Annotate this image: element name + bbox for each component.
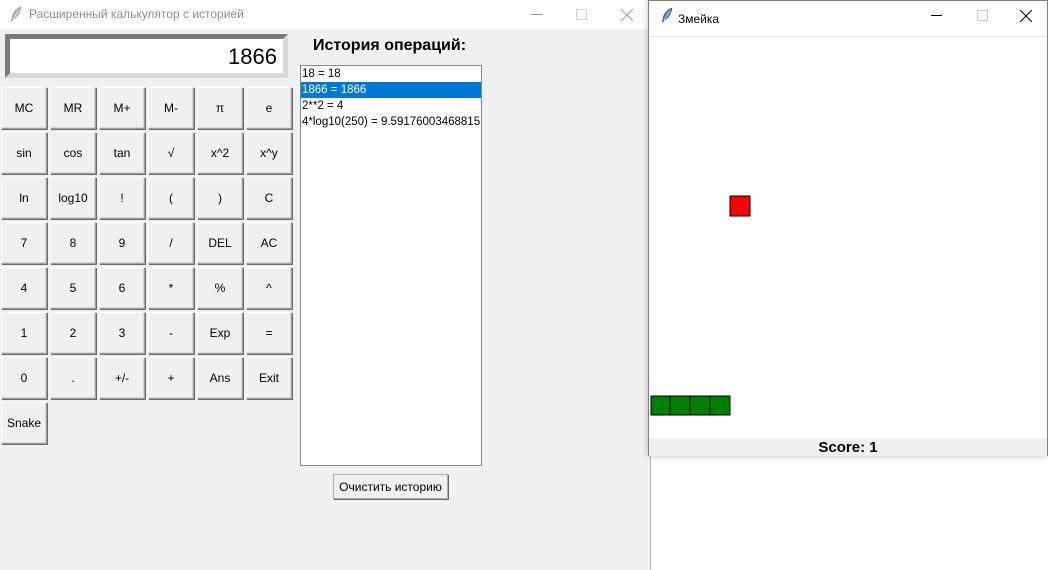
key-mr-button[interactable]: MR xyxy=(50,87,96,129)
close-button[interactable] xyxy=(604,0,650,29)
display-field[interactable]: 1866 xyxy=(5,34,288,78)
key-key-2-3-button[interactable]: ( xyxy=(148,177,194,219)
window-title: Змейка xyxy=(678,12,720,26)
key-9-button[interactable]: 9 xyxy=(99,222,145,264)
snake-titlebar[interactable]: Змейка xyxy=(649,1,1047,30)
feather-icon xyxy=(660,7,674,23)
minimize-icon xyxy=(930,15,942,16)
key-mc-button[interactable]: MC xyxy=(1,87,47,129)
key-ans-button[interactable]: Ans xyxy=(197,357,243,399)
snake-segment xyxy=(689,395,711,416)
key-8-button[interactable]: 8 xyxy=(50,222,96,264)
key-log10-button[interactable]: log10 xyxy=(50,177,96,219)
key-4-button[interactable]: 4 xyxy=(1,267,47,309)
game-canvas[interactable] xyxy=(650,36,1047,439)
window-title: Расширенный калькулятор с историей xyxy=(29,7,244,21)
key-e-button[interactable]: e xyxy=(246,87,292,129)
key-exp-button[interactable]: Exp xyxy=(197,312,243,354)
key-key-6-2-button[interactable]: +/- xyxy=(99,357,145,399)
history-title: История операций: xyxy=(313,37,467,54)
key-key-5-3-button[interactable]: - xyxy=(148,312,194,354)
key-6-button[interactable]: 6 xyxy=(99,267,145,309)
key-7-button[interactable]: 7 xyxy=(1,222,47,264)
key-key-6-1-button[interactable]: . xyxy=(50,357,96,399)
key-5-button[interactable]: 5 xyxy=(50,267,96,309)
minimize-button[interactable] xyxy=(913,1,959,30)
key-sin-button[interactable]: sin xyxy=(1,132,47,174)
key-ln-button[interactable]: ln xyxy=(1,177,47,219)
minimize-button[interactable] xyxy=(513,0,559,29)
key-key-0-4-button[interactable]: π xyxy=(197,87,243,129)
maximize-icon xyxy=(575,9,587,20)
close-icon xyxy=(621,8,633,21)
snake-segment xyxy=(709,395,731,416)
key-m-button[interactable]: M+ xyxy=(99,87,145,129)
key-0-button[interactable]: 0 xyxy=(1,357,47,399)
maximize-icon xyxy=(976,10,988,21)
close-icon xyxy=(1020,9,1032,22)
key-2-button[interactable]: 2 xyxy=(50,312,96,354)
key-key-3-3-button[interactable]: / xyxy=(148,222,194,264)
key-key-6-3-button[interactable]: + xyxy=(148,357,194,399)
key-snake-button[interactable]: Snake xyxy=(1,402,47,444)
snake-segment xyxy=(650,395,671,416)
key-key-2-2-button[interactable]: ! xyxy=(99,177,145,219)
key-exit-button[interactable]: Exit xyxy=(246,357,292,399)
key-key-5-5-button[interactable]: = xyxy=(246,312,292,354)
minimize-icon xyxy=(530,14,542,15)
food-square xyxy=(729,195,751,217)
key-x-y-button[interactable]: x^y xyxy=(246,132,292,174)
maximize-button[interactable] xyxy=(558,0,604,29)
history-item[interactable]: 18 = 18 xyxy=(301,66,481,82)
key-key-4-4-button[interactable]: % xyxy=(197,267,243,309)
key-key-4-5-button[interactable]: ^ xyxy=(246,267,292,309)
snake-segment xyxy=(669,395,691,416)
key-del-button[interactable]: DEL xyxy=(197,222,243,264)
calculator-window: Расширенный калькулятор с историей 1866 … xyxy=(0,0,651,570)
key-m-button[interactable]: M- xyxy=(148,87,194,129)
history-listbox[interactable]: 18 = 18 1866 = 1866 2**2 = 4 4*log10(250) =… xyxy=(300,65,482,466)
history-item[interactable]: 1866 = 1866 xyxy=(301,82,481,98)
history-item[interactable]: 2**2 = 4 xyxy=(301,98,481,114)
maximize-button[interactable] xyxy=(959,1,1005,30)
feather-icon xyxy=(9,6,23,22)
key-key-1-3-button[interactable]: √ xyxy=(148,132,194,174)
key-cos-button[interactable]: cos xyxy=(50,132,96,174)
calculator-titlebar[interactable]: Расширенный калькулятор с историей xyxy=(0,0,650,29)
key-c-button[interactable]: C xyxy=(246,177,292,219)
score-label: Score: 1 xyxy=(649,438,1047,456)
key-tan-button[interactable]: tan xyxy=(99,132,145,174)
snake-window: Змейка Score: 1 xyxy=(648,0,1048,456)
key-3-button[interactable]: 3 xyxy=(99,312,145,354)
key-x-2-button[interactable]: x^2 xyxy=(197,132,243,174)
display-value: 1866 xyxy=(228,44,277,69)
history-item[interactable]: 4*log10(250) = 9.59176003468815 xyxy=(301,114,481,130)
key-ac-button[interactable]: AC xyxy=(246,222,292,264)
key-key-4-3-button[interactable]: * xyxy=(148,267,194,309)
key-key-2-4-button[interactable]: ) xyxy=(197,177,243,219)
key-1-button[interactable]: 1 xyxy=(1,312,47,354)
close-button[interactable] xyxy=(1003,1,1048,30)
game-board xyxy=(650,195,751,416)
clear-history-button[interactable]: Очистить историю xyxy=(333,474,448,499)
